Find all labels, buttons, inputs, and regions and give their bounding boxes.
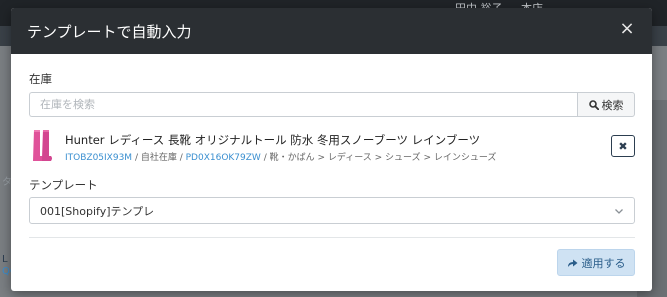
search-button-label: 検索 <box>601 98 624 112</box>
template-select[interactable]: 001[Shopify]テンプレ <box>29 197 635 224</box>
dialog-header: テンプレートで自動入力 × <box>11 8 652 54</box>
product-sku-link[interactable]: ITOBZ05IX93M <box>65 153 132 163</box>
template-label: テンプレート <box>29 178 98 192</box>
inventory-label: 在庫 <box>29 72 52 86</box>
apply-button-label: 適用する <box>581 256 626 270</box>
rain-boot-image <box>33 130 52 161</box>
search-button[interactable]: 検索 <box>577 92 635 117</box>
template-selected-value: 001[Shopify]テンプレ <box>40 204 155 218</box>
remove-icon: ✖ <box>618 139 628 153</box>
product-meta: ITOBZ05IX93M / 自社在庫 / PD0X16OK79ZW / 靴・か… <box>65 150 496 163</box>
inventory-search-input[interactable] <box>29 92 577 117</box>
search-icon <box>588 99 599 110</box>
dialog-title: テンプレートで自動入力 <box>27 23 192 41</box>
meta-separator: / <box>132 153 141 163</box>
product-name: Hunter レディース 長靴 オリジナルトール 防水 冬用スノーブーツ レイン… <box>65 133 481 147</box>
share-arrow-icon <box>567 259 577 267</box>
template-autofill-dialog: テンプレートで自動入力 × 在庫 検索 Hunter レディース 長靴 オリジナ… <box>11 8 652 291</box>
chevron-down-icon <box>615 209 623 214</box>
product-code-link[interactable]: PD0X16OK79ZW <box>186 153 261 163</box>
meta-separator: / <box>260 153 270 163</box>
warehouse-name: 自社在庫 <box>140 153 177 163</box>
bg-partial-text: L <box>2 254 8 265</box>
divider <box>29 237 635 238</box>
apply-button[interactable]: 適用する <box>557 249 635 276</box>
close-icon[interactable]: × <box>618 19 636 39</box>
remove-product-button[interactable]: ✖ <box>611 135 635 157</box>
meta-separator: / <box>176 153 186 163</box>
category-path: 靴・かばん > レディース > シューズ > レインシューズ <box>269 153 497 163</box>
